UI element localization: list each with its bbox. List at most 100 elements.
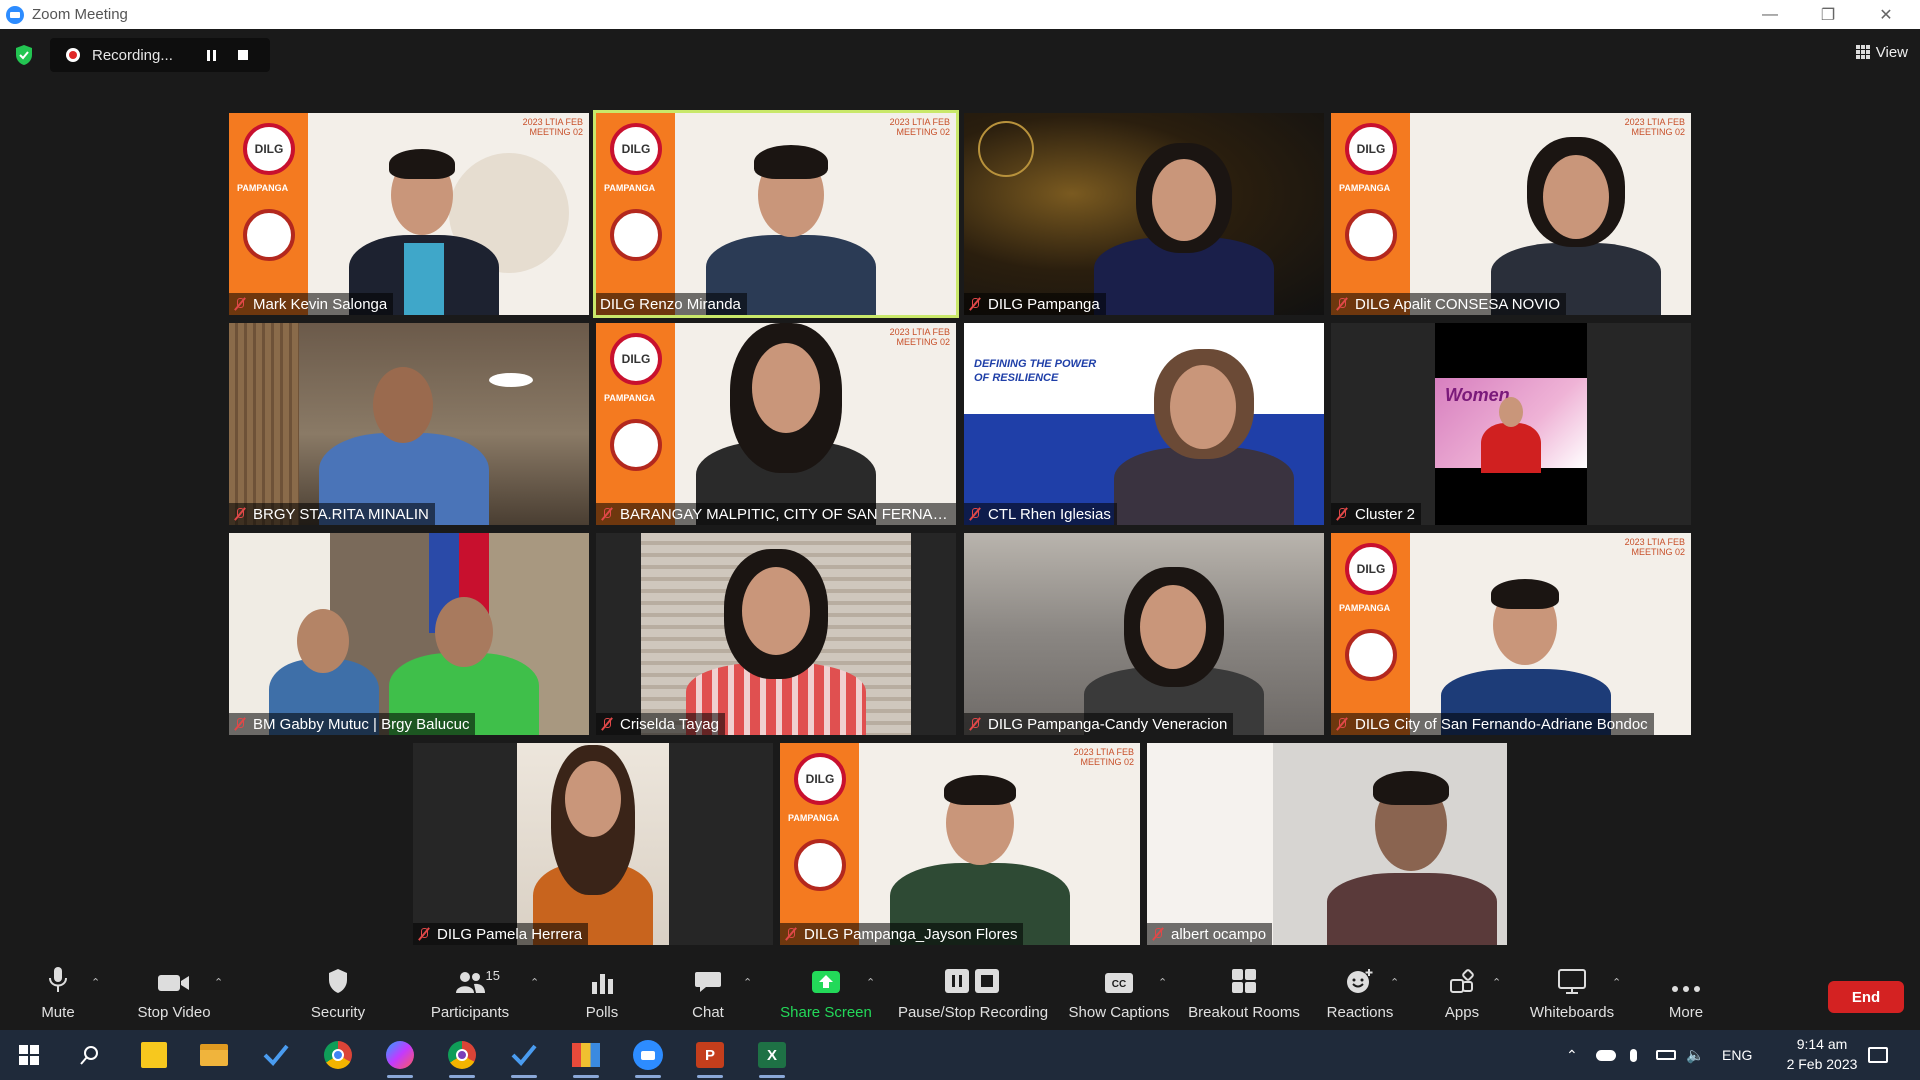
sticky-notes-icon[interactable] <box>137 1038 171 1072</box>
closed-captions-icon: CC <box>1105 973 1133 993</box>
video-tile[interactable]: PAMPANGA 2023 LTIA FEBMEETING 02 BARANGA… <box>596 323 956 525</box>
excel-icon[interactable]: X <box>755 1038 789 1078</box>
microphone-icon <box>49 967 67 992</box>
notifications-icon[interactable] <box>1868 1030 1888 1080</box>
apps-button[interactable]: Apps <box>1434 958 1490 1030</box>
chat-options-caret-icon[interactable]: ⌃ <box>743 976 753 989</box>
whiteboards-button[interactable]: Whiteboards <box>1522 958 1622 1030</box>
reactions-button[interactable]: Reactions <box>1326 958 1394 1030</box>
windows-start-icon[interactable] <box>12 1038 46 1072</box>
video-tile[interactable]: Criselda Tayag <box>596 533 956 735</box>
video-tile[interactable]: PAMPANGA 2023 LTIA FEBMEETING 02 DILG Pa… <box>780 743 1140 945</box>
stop-video-button[interactable]: Stop Video <box>132 958 216 1030</box>
share-options-caret-icon[interactable]: ⌃ <box>866 976 876 989</box>
chat-button[interactable]: Chat <box>684 958 732 1030</box>
security-button[interactable]: Security <box>304 958 372 1030</box>
mic-muted-icon <box>968 507 982 521</box>
microphone-tray-icon[interactable] <box>1630 1030 1637 1080</box>
video-tile[interactable]: Women Cluster 2 <box>1331 323 1691 525</box>
meeting-toolbar: Mute ⌃ Stop Video ⌃ Security 15 Particip… <box>0 958 1920 1030</box>
show-hidden-icons-chevron-icon[interactable]: ⌃ <box>1566 1030 1578 1080</box>
participant-name-tag: DILG City of San Fernando-Adriane Bondoc <box>1331 713 1654 735</box>
participant-name-tag: Criselda Tayag <box>596 713 725 735</box>
messenger-icon[interactable] <box>383 1038 417 1078</box>
participants-options-caret-icon[interactable]: ⌃ <box>530 976 540 989</box>
todo-checkmark-icon[interactable] <box>259 1038 293 1072</box>
polls-bar-chart-icon <box>592 974 613 994</box>
recording-indicator: Recording... <box>50 38 270 72</box>
video-tile[interactable]: DEFINING THE POWER OF RESILIENCE CTL Rhe… <box>964 323 1324 525</box>
video-tile[interactable]: BM Gabby Mutuc | Brgy Balucuc <box>229 533 589 735</box>
apps-options-caret-icon[interactable]: ⌃ <box>1492 976 1502 989</box>
recording-label: Recording... <box>92 46 173 64</box>
file-explorer-icon[interactable] <box>197 1038 231 1072</box>
more-dots-icon <box>1672 986 1700 992</box>
mic-muted-icon <box>1335 717 1349 731</box>
mic-muted-icon <box>600 507 614 521</box>
powerpoint-icon[interactable]: P <box>693 1038 727 1078</box>
participant-name-tag: BRGY STA.RITA MINALIN <box>229 503 435 525</box>
todo-checkmark-icon-2[interactable] <box>507 1038 541 1078</box>
end-meeting-button[interactable]: End <box>1828 981 1904 1013</box>
mic-muted-icon <box>968 297 982 311</box>
zoom-taskbar-icon[interactable] <box>631 1038 665 1078</box>
mic-muted-icon <box>233 507 247 521</box>
video-tile[interactable]: BRGY STA.RITA MINALIN <box>229 323 589 525</box>
video-tile-active-speaker[interactable]: PAMPANGA 2023 LTIA FEBMEETING 02 DILG Re… <box>593 110 959 318</box>
mic-muted-icon <box>1335 507 1349 521</box>
mute-button[interactable]: Mute <box>34 958 82 1030</box>
language-indicator[interactable]: ENG <box>1722 1030 1752 1080</box>
mic-muted-icon <box>233 717 247 731</box>
apps-icon <box>1450 969 1474 993</box>
video-tile[interactable]: PAMPANGA 2023 LTIA FEBMEETING 02 DILG Ci… <box>1331 533 1691 735</box>
pause-stop-recording-button[interactable]: Pause/Stop Recording <box>896 958 1050 1030</box>
participant-name-tag: DILG Pampanga <box>964 293 1106 315</box>
system-clock[interactable]: 9:14 am 2 Feb 2023 <box>1782 1034 1862 1074</box>
pause-recording-button[interactable] <box>198 42 224 68</box>
chrome-icon[interactable] <box>321 1038 355 1072</box>
restore-icon[interactable]: ❐ <box>1800 0 1856 29</box>
video-tile[interactable]: DILG Pamela Herrera <box>413 743 773 945</box>
video-tile[interactable]: albert ocampo <box>1147 743 1507 945</box>
participant-name-tag: DILG Renzo Miranda <box>596 293 747 315</box>
title-bar: Zoom Meeting — ❐ ✕ <box>0 0 1920 29</box>
participants-count: 15 <box>485 968 500 983</box>
whiteboard-icon <box>1558 969 1586 994</box>
pause-stop-recording-icon <box>945 969 999 993</box>
captions-options-caret-icon[interactable]: ⌃ <box>1158 976 1168 989</box>
share-screen-button[interactable]: Share Screen <box>780 958 872 1030</box>
video-camera-icon <box>158 975 189 991</box>
mic-muted-icon <box>784 927 798 941</box>
close-icon[interactable]: ✕ <box>1858 0 1914 29</box>
clock-date: 2 Feb 2023 <box>1786 1056 1858 1072</box>
grid-icon <box>1855 45 1870 59</box>
mute-options-caret-icon[interactable]: ⌃ <box>91 976 101 989</box>
video-tile[interactable]: DILG Pampanga <box>964 113 1324 315</box>
whiteboards-options-caret-icon[interactable]: ⌃ <box>1612 976 1622 989</box>
reactions-options-caret-icon[interactable]: ⌃ <box>1390 976 1400 989</box>
polls-button[interactable]: Polls <box>578 958 626 1030</box>
chrome-profile-icon[interactable] <box>445 1038 479 1078</box>
mic-muted-icon <box>417 927 431 941</box>
video-tile[interactable]: PAMPANGA 2023 LTIA FEBMEETING 02 Mark Ke… <box>229 113 589 315</box>
speaker-volume-icon[interactable]: 🔈 <box>1686 1030 1705 1080</box>
video-options-caret-icon[interactable]: ⌃ <box>214 976 224 989</box>
video-tile[interactable]: PAMPANGA 2023 LTIA FEBMEETING 02 DILG Ap… <box>1331 113 1691 315</box>
onedrive-cloud-icon[interactable] <box>1596 1030 1616 1080</box>
view-button[interactable]: View <box>1855 38 1908 66</box>
minimize-icon[interactable]: — <box>1742 0 1798 29</box>
participant-name-tag: DILG Pampanga-Candy Veneracion <box>964 713 1234 735</box>
zoom-window: Zoom Meeting — ❐ ✕ Recording... View PAM… <box>0 0 1920 1080</box>
search-icon[interactable] <box>73 1038 107 1072</box>
stop-recording-button[interactable] <box>230 42 256 68</box>
breakout-rooms-button[interactable]: Breakout Rooms <box>1186 958 1302 1030</box>
participants-button[interactable]: 15 Participants <box>424 958 516 1030</box>
battery-icon[interactable] <box>1656 1030 1676 1080</box>
clock-time: 9:14 am <box>1796 1036 1848 1052</box>
security-shield-icon[interactable] <box>14 44 34 66</box>
more-button[interactable]: More <box>1662 958 1710 1030</box>
photos-app-icon[interactable] <box>569 1038 603 1078</box>
video-tile[interactable]: DILG Pampanga-Candy Veneracion <box>964 533 1324 735</box>
windows-taskbar: P X ⌃ 🔈 ENG 9:14 am 2 Feb 2023 <box>0 1030 1920 1080</box>
show-captions-button[interactable]: CC Show Captions <box>1066 958 1172 1030</box>
